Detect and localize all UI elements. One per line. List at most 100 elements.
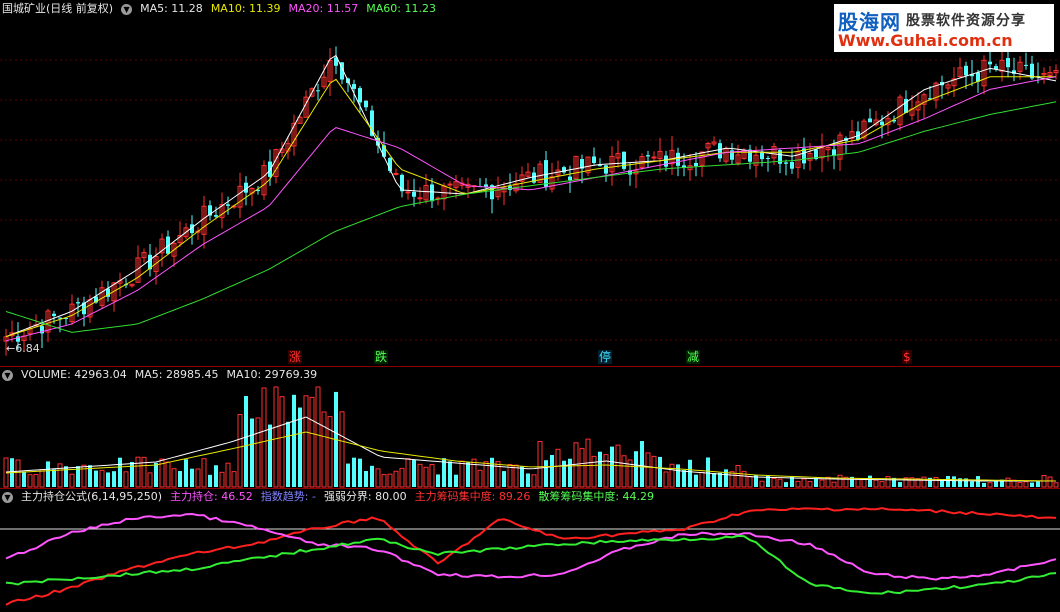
low-price-label: ←6.84 — [6, 342, 40, 355]
retail-concentration-label: 散筹筹码集中度: 44.29 — [538, 490, 655, 503]
collapse-icon[interactable]: ▼ — [121, 3, 133, 15]
volume-bar-down — [694, 474, 698, 487]
volume-bar-down — [250, 418, 254, 487]
volume-bar-up — [423, 466, 429, 488]
volume-bar-up — [327, 416, 333, 488]
volume-bar-down — [682, 470, 686, 487]
candle-down — [718, 143, 722, 159]
volume-bar-up — [387, 473, 393, 488]
volume-bar-up — [15, 459, 21, 488]
candle-down — [358, 88, 362, 103]
indicator-panel: ▼ 主力持仓公式(6,14,95,250) 主力持仓: 46.52 指数趋势: … — [0, 489, 1060, 612]
volume-bar-down — [868, 475, 872, 487]
watermark-slogan: 股票软件资源分享 — [906, 13, 1026, 29]
volume-bar-down — [688, 459, 692, 487]
signal-marker[interactable]: 跌 — [374, 350, 389, 364]
collapse-icon[interactable]: ▼ — [2, 369, 13, 381]
volume-bar-up — [885, 476, 891, 488]
volume-bar-up — [621, 455, 627, 488]
candle-up — [447, 183, 453, 186]
retail-concentration-line — [5, 534, 1057, 595]
candle-down — [1024, 64, 1028, 66]
stock-title[interactable]: 国城矿业(日线 前复权) — [2, 1, 113, 17]
signal-marker[interactable]: 涨 — [288, 350, 303, 364]
volume-bar-up — [795, 480, 801, 488]
volume-bar-down — [94, 470, 98, 487]
volume-bar-up — [141, 456, 147, 488]
price-chart[interactable] — [0, 0, 1060, 366]
volume-bar-up — [603, 454, 609, 488]
volume-bar-up — [27, 474, 33, 488]
indicator-chart[interactable] — [0, 489, 1060, 612]
signal-marker[interactable]: $ — [902, 350, 912, 364]
volume-bar-up — [33, 474, 39, 488]
volume-bar-down — [46, 461, 50, 487]
main-concentration-label: 主力筹码集中度: 89.26 — [414, 490, 531, 503]
volume-bar-up — [279, 396, 285, 488]
price-header: 国城矿业(日线 前复权) ▼ MA5: 11.28 MA10: 11.39 MA… — [0, 1, 436, 17]
volume-bar-up — [339, 411, 345, 488]
volume-bar-up — [819, 479, 825, 488]
candle-up — [405, 191, 411, 194]
volume-bar-down — [658, 456, 662, 487]
volume-bar-up — [807, 481, 813, 488]
volume-bar-up — [195, 468, 201, 488]
volume-bar-down — [898, 482, 902, 487]
volume-bar-up — [225, 462, 231, 488]
volume-bar-down — [784, 482, 788, 487]
volume-bar-up — [663, 471, 669, 488]
candle-up — [651, 156, 657, 159]
volume-bar-up — [171, 468, 177, 488]
volume-bar-down — [178, 470, 182, 487]
volume-bar-up — [729, 471, 735, 488]
volume-bar-up — [261, 387, 267, 488]
volume-bar-up — [879, 481, 885, 488]
signal-marker[interactable]: 停 — [598, 350, 613, 364]
volume-bar-up — [405, 458, 411, 488]
volume-bar-up — [429, 464, 435, 488]
candle-down — [604, 165, 608, 174]
volume-bar-down — [358, 458, 362, 487]
candle-down — [268, 161, 272, 177]
volume-bar-up — [417, 463, 423, 488]
volume-ma10-label: MA10: 29769.39 — [226, 368, 318, 381]
volume-bar-up — [771, 478, 777, 488]
volume-bar-up — [1005, 477, 1011, 488]
volume-bar-down — [946, 476, 950, 487]
volume-bar-up — [861, 478, 867, 488]
volume-bar-down — [454, 474, 458, 487]
volume-bar-down — [154, 462, 158, 487]
volume-bar-down — [526, 473, 530, 487]
volume-bar-down — [634, 451, 638, 487]
volume-bar-down — [448, 461, 452, 487]
strength-line-label: 强弱分界: 80.00 — [323, 490, 407, 503]
candle-down — [622, 151, 626, 169]
volume-bar-up — [801, 478, 807, 488]
volume-bar-down — [550, 454, 554, 487]
volume-bar-up — [459, 460, 465, 488]
volume-bar-up — [135, 456, 141, 488]
volume-bar-up — [399, 467, 405, 488]
volume-bar-up — [219, 471, 225, 488]
volume-bar-down — [976, 476, 980, 487]
volume-bar-up — [735, 465, 741, 488]
collapse-icon[interactable]: ▼ — [2, 491, 13, 503]
volume-chart[interactable] — [0, 367, 1060, 488]
ma20-label: MA20: 11.57 — [288, 2, 359, 15]
volume-bar-down — [106, 472, 110, 487]
price-panel: 国城矿业(日线 前复权) ▼ MA5: 11.28 MA10: 11.39 MA… — [0, 0, 1060, 366]
volume-bar-up — [1017, 482, 1023, 488]
volume-bar-up — [471, 458, 477, 488]
volume-bar-down — [346, 463, 350, 487]
volume-bar-up — [39, 469, 45, 488]
candle-down — [214, 215, 218, 217]
candle-up — [393, 172, 399, 175]
volume-bar-up — [321, 411, 327, 488]
signal-marker[interactable]: 减 — [686, 350, 701, 364]
volume-bar-up — [591, 455, 597, 488]
volume-bar-up — [579, 447, 585, 488]
volume-bar-up — [255, 417, 261, 488]
volume-bar-down — [568, 458, 572, 487]
ma10-label: MA10: 11.39 — [210, 2, 281, 15]
volume-bar-down — [412, 459, 416, 487]
